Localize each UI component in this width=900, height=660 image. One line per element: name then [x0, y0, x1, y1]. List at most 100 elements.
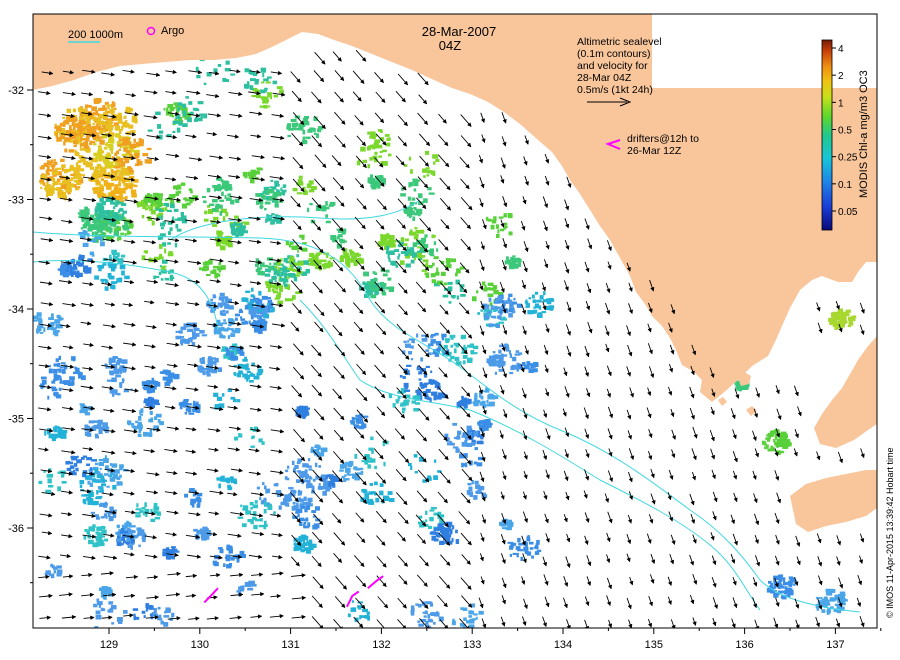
chl-pixel [135, 514, 141, 518]
chl-pixel [764, 446, 768, 450]
chl-pixel [121, 379, 125, 382]
chl-pixel [405, 263, 411, 268]
chl-pixel [423, 615, 427, 618]
chl-pixel [273, 275, 277, 278]
chl-pixel [138, 429, 142, 433]
chl-pixel [72, 125, 76, 131]
chl-pixel [254, 500, 258, 504]
chl-pixel [360, 146, 366, 152]
chl-pixel [76, 459, 82, 464]
chl-pixel [287, 465, 290, 469]
chl-pixel [284, 501, 288, 507]
chl-pixel [68, 186, 71, 191]
chl-pixel [837, 308, 843, 313]
chl-pixel [468, 624, 475, 628]
chl-pixel [165, 547, 170, 551]
chl-pixel [263, 520, 267, 525]
chl-pixel [219, 210, 223, 216]
chl-pixel [531, 294, 535, 299]
chl-pixel [369, 285, 373, 291]
chl-pixel [428, 192, 435, 195]
chl-pixel [146, 193, 151, 198]
chl-pixel [487, 293, 494, 297]
chl-pixel [251, 435, 255, 439]
chl-pixel [95, 516, 100, 520]
chl-pixel [386, 137, 391, 142]
chl-pixel [836, 610, 842, 614]
chl-pixel [323, 262, 329, 267]
chl-pixel [135, 420, 139, 424]
chl-pixel [507, 213, 512, 218]
chl-pixel [125, 541, 130, 545]
chl-pixel [71, 377, 74, 382]
chl-pixel [79, 484, 83, 489]
chl-pixel [523, 546, 529, 552]
chl-pixel [199, 329, 205, 334]
chl-pixel [234, 313, 240, 317]
chl-pixel [102, 168, 107, 174]
chl-pixel [305, 505, 311, 510]
chl-pixel [224, 79, 230, 83]
chl-pixel [218, 483, 221, 489]
chl-pixel [512, 301, 516, 305]
chl-pixel [160, 227, 164, 230]
chl-pixel [417, 603, 422, 608]
chl-pixel [60, 158, 65, 162]
chl-pixel [110, 201, 116, 205]
chl-pixel [272, 265, 275, 269]
chl-pixel [274, 203, 279, 208]
chl-pixel [217, 273, 221, 277]
chl-pixel [253, 375, 260, 380]
chl-pixel [299, 260, 304, 266]
chl-pixel [421, 383, 428, 388]
chl-pixel [780, 584, 783, 589]
chl-pixel [108, 236, 115, 239]
chl-pixel [836, 311, 841, 315]
chl-pixel [172, 130, 176, 133]
chl-pixel [344, 474, 347, 477]
chl-pixel [528, 541, 534, 545]
chl-pixel [763, 442, 767, 446]
chl-pixel [356, 472, 362, 475]
chl-pixel [298, 181, 304, 184]
chl-pixel [284, 476, 288, 480]
chl-pixel [501, 527, 506, 530]
chl-pixel [851, 315, 857, 319]
chl-pixel [233, 398, 237, 403]
chl-pixel [416, 333, 419, 338]
chl-pixel [175, 224, 179, 229]
chl-pixel [189, 111, 194, 115]
chl-pixel [532, 309, 538, 314]
chl-pixel [214, 404, 220, 409]
chl-pixel [154, 382, 161, 387]
chl-pixel [219, 245, 223, 248]
chl-pixel [167, 231, 171, 235]
chl-pixel [66, 108, 72, 114]
chl-pixel [469, 343, 475, 348]
chl-pixel [262, 98, 269, 104]
chl-pixel [315, 444, 320, 448]
chl-pixel [767, 448, 772, 452]
chl-pixel [462, 607, 468, 612]
chl-pixel [100, 478, 104, 481]
chl-pixel [299, 521, 303, 527]
chl-pixel [180, 211, 184, 216]
chl-pixel [67, 382, 74, 386]
chl-pixel [66, 467, 72, 471]
chl-pixel [272, 80, 278, 85]
chl-pixel [436, 611, 439, 616]
chl-pixel [188, 488, 194, 493]
chl-pixel [499, 310, 503, 315]
chl-pixel [287, 134, 291, 138]
chl-pixel [386, 142, 391, 147]
chl-pixel [430, 341, 434, 347]
chl-pixel [203, 113, 208, 119]
chl-pixel [220, 179, 224, 183]
chl-pixel [226, 479, 230, 484]
chl-pixel [408, 156, 412, 161]
chl-pixel [116, 278, 119, 283]
chl-pixel [367, 164, 371, 169]
chl-pixel [173, 373, 180, 379]
chl-pixel [214, 273, 218, 279]
chl-pixel [104, 473, 109, 476]
